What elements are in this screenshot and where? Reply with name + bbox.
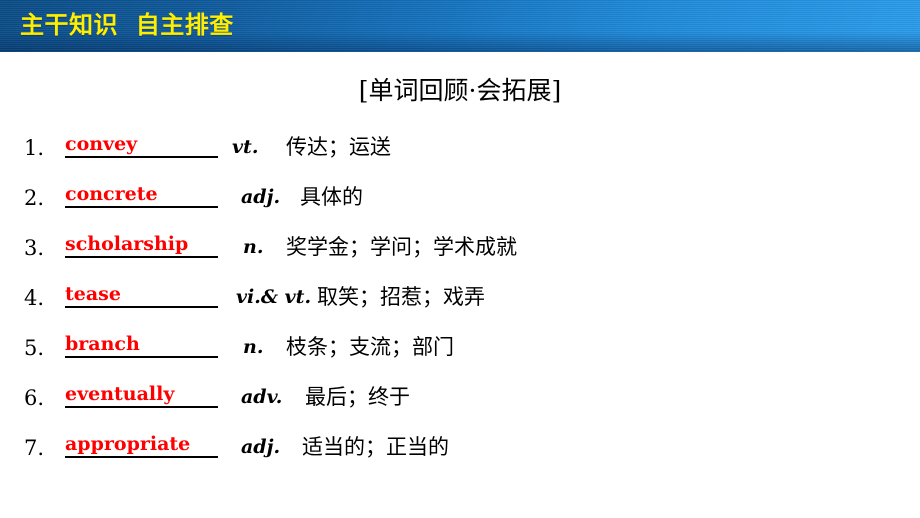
answer-word: appropriate — [65, 433, 191, 455]
word-list-item: 5. branch n. 枝条；支流；部门 — [0, 322, 920, 372]
answer-word: concrete — [65, 183, 158, 205]
answer-blank[interactable]: scholarship — [65, 226, 218, 258]
answer-blank[interactable]: appropriate — [65, 426, 218, 458]
item-number: 7. — [24, 436, 45, 460]
meaning-text: 具体的 — [300, 185, 363, 209]
word-list-item: 1. convey vt. 传达；运送 — [0, 122, 920, 172]
answer-blank[interactable]: concrete — [65, 176, 218, 208]
word-list-item: 6. eventually adv. 最后；终于 — [0, 372, 920, 422]
answer-blank[interactable]: convey — [65, 126, 218, 158]
item-number: 5. — [24, 336, 45, 360]
part-of-speech-label: vt. — [232, 136, 259, 158]
part-of-speech-label: adv. — [241, 386, 283, 408]
item-number: 1. — [24, 136, 45, 160]
meaning-text: 枝条；支流；部门 — [286, 335, 454, 359]
word-list-item: 3. scholarship n. 奖学金；学问；学术成就 — [0, 222, 920, 272]
part-of-speech-label: n. — [243, 236, 264, 258]
item-number: 4. — [24, 286, 45, 310]
part-of-speech-label: adj. — [241, 436, 281, 458]
answer-word: scholarship — [65, 233, 189, 255]
answer-blank[interactable]: tease — [65, 276, 218, 308]
word-list-item: 7. appropriate adj. 适当的；正当的 — [0, 422, 920, 472]
meaning-text: 取笑；招惹；戏弄 — [317, 285, 485, 309]
meaning-text: 最后；终于 — [305, 385, 410, 409]
item-number: 6. — [24, 386, 45, 410]
section-heading-label: [单词回顾·会拓展] — [358, 76, 562, 105]
word-list-item: 2. concrete adj. 具体的 — [0, 172, 920, 222]
meaning-text: 奖学金；学问；学术成就 — [286, 235, 517, 259]
part-of-speech-label: n. — [243, 336, 264, 358]
answer-word: eventually — [65, 383, 175, 405]
word-list: 1. convey vt. 传达；运送 2. concrete adj. 具体的 3. schol… — [0, 122, 920, 472]
answer-word: convey — [65, 133, 138, 155]
answer-word: branch — [65, 333, 140, 355]
header-banner: 主干知识 自主排查 — [0, 0, 920, 52]
answer-blank[interactable]: eventually — [65, 376, 218, 408]
answer-blank[interactable]: branch — [65, 326, 218, 358]
item-number: 2. — [24, 186, 45, 210]
answer-word: tease — [65, 283, 121, 305]
item-number: 3. — [24, 236, 45, 260]
part-of-speech-label: vi.& vt. — [236, 286, 312, 308]
part-of-speech-label: adj. — [241, 186, 281, 208]
meaning-text: 适当的；正当的 — [302, 435, 449, 459]
banner-title: 主干知识 自主排查 — [20, 11, 234, 39]
section-heading: [单词回顾·会拓展] — [0, 76, 920, 106]
meaning-text: 传达；运送 — [286, 135, 391, 159]
word-list-item: 4. tease vi.& vt. 取笑；招惹；戏弄 — [0, 272, 920, 322]
